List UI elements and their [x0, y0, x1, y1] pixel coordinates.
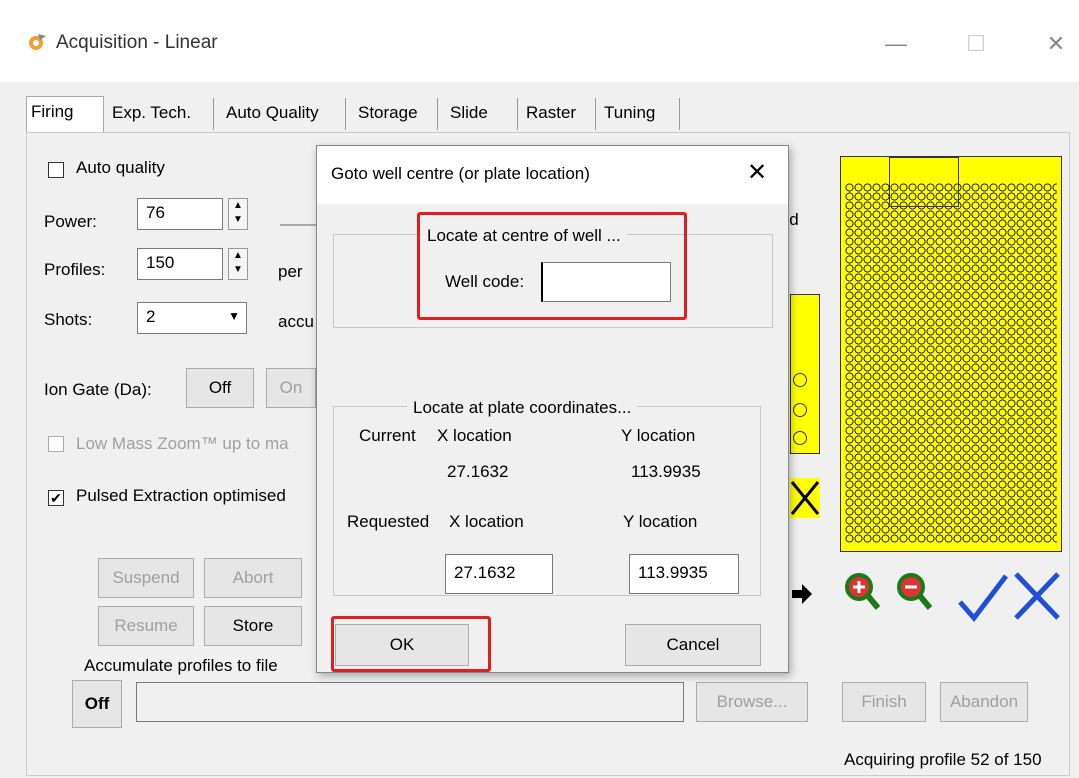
window-title: Acquisition - Linear — [56, 32, 218, 53]
current-y-value: 113.9935 — [631, 462, 701, 481]
status-text: Acquiring profile 52 of 150 — [844, 750, 1042, 769]
browse-button[interactable]: Browse... — [696, 682, 808, 722]
plate-wells — [845, 183, 1057, 543]
requested-label: Requested — [347, 512, 430, 531]
tab-auto-quality[interactable]: Auto Quality — [222, 98, 346, 130]
plate-overview[interactable] — [840, 156, 1062, 552]
cross-marker-icon[interactable] — [790, 478, 820, 518]
close-button[interactable]: ✕ — [1036, 24, 1076, 64]
shots-value: 2 — [146, 307, 156, 326]
maximize-button[interactable]: ☐ — [956, 24, 996, 64]
zoom-in-icon[interactable] — [844, 572, 881, 612]
coords-group-label: Locate at plate coordinates... — [407, 398, 638, 418]
well-circle — [793, 403, 807, 417]
tab-exp-tech[interactable]: Exp. Tech. — [108, 98, 214, 130]
profiles-label: Profiles: — [44, 260, 106, 279]
ion-gate-label: Ion Gate (Da): — [44, 380, 152, 399]
goto-well-dialog: Goto well centre (or plate location) ✕ L… — [316, 145, 789, 673]
accumulate-file-input[interactable] — [136, 682, 684, 722]
profiles-suffix: per — [278, 262, 303, 281]
well-circle — [793, 373, 807, 387]
shots-label: Shots: — [44, 310, 93, 329]
accept-tick-icon[interactable] — [956, 568, 1010, 622]
accumulate-label: Accumulate profiles to file — [84, 656, 278, 675]
current-x-value: 27.1632 — [447, 462, 509, 481]
requested-x-header: X location — [449, 512, 524, 531]
pulsed-label: Pulsed Extraction optimised — [76, 486, 286, 505]
shots-select[interactable]: 2 ▼ — [137, 302, 247, 334]
power-spinner[interactable]: ▲ ▼ — [228, 198, 248, 230]
plate-zoom-view[interactable] — [790, 294, 820, 454]
ion-gate-on-button[interactable]: On — [266, 368, 316, 408]
dialog-title: Goto well centre (or plate location) — [331, 164, 590, 183]
cancel-button[interactable]: Cancel — [625, 624, 761, 666]
ion-gate-off-button[interactable]: Off — [186, 368, 254, 408]
abort-button[interactable]: Abort — [204, 558, 302, 598]
accumulate-off-button[interactable]: Off — [72, 680, 122, 728]
power-input[interactable]: 76 — [137, 198, 223, 230]
requested-y-input[interactable]: 113.9935 — [629, 554, 739, 594]
minimize-button[interactable]: — — [876, 24, 916, 64]
low-mass-label: Low Mass Zoom™ up to ma — [76, 434, 289, 453]
current-x-header: X location — [437, 426, 512, 445]
app-icon — [26, 32, 48, 52]
auto-quality-checkbox[interactable] — [48, 162, 64, 178]
chevron-down-icon: ▼ — [228, 309, 240, 323]
dialog-close-button[interactable]: ✕ — [747, 158, 767, 187]
current-label: Current — [359, 426, 416, 445]
profiles-spinner[interactable]: ▲ ▼ — [228, 248, 248, 280]
shots-suffix: accu — [278, 312, 314, 331]
resume-button[interactable]: Resume — [98, 606, 194, 646]
profiles-input[interactable]: 150 — [137, 248, 223, 280]
low-mass-checkbox[interactable] — [48, 436, 64, 452]
highlight-ok-button — [331, 616, 491, 672]
power-slider[interactable] — [280, 224, 320, 226]
finish-button[interactable]: Finish — [842, 682, 926, 722]
store-button[interactable]: Store — [204, 606, 302, 646]
tab-storage[interactable]: Storage — [354, 98, 438, 130]
zoom-out-icon[interactable] — [896, 572, 933, 612]
suspend-button[interactable]: Suspend — [98, 558, 194, 598]
requested-y-header: Y location — [623, 512, 698, 531]
pulsed-checkbox[interactable]: ✔ — [48, 490, 64, 506]
tab-raster[interactable]: Raster — [522, 98, 596, 130]
current-y-header: Y location — [621, 426, 696, 445]
highlight-well-group — [417, 212, 687, 320]
power-label: Power: — [44, 212, 97, 231]
tab-slide[interactable]: Slide — [446, 98, 518, 130]
tab-tuning[interactable]: Tuning — [600, 98, 680, 130]
plate-view-region — [889, 157, 959, 207]
auto-quality-label: Auto quality — [76, 158, 165, 177]
requested-x-input[interactable]: 27.1632 — [445, 554, 553, 594]
reject-cross-icon[interactable] — [1012, 568, 1062, 622]
arrow-right-icon[interactable] — [790, 580, 814, 608]
tab-firing[interactable]: Firing — [26, 96, 104, 132]
abandon-button[interactable]: Abandon — [940, 682, 1028, 722]
well-circle — [793, 431, 807, 445]
